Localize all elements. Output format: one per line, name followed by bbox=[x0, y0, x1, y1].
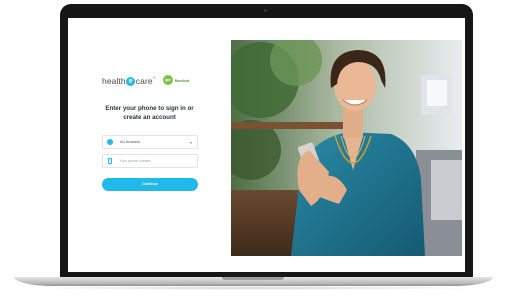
logo-text-before: health bbox=[102, 75, 126, 86]
heading-line-1: Enter your phone to sign in or bbox=[105, 105, 194, 112]
phone-number-input[interactable]: Your phone number bbox=[102, 154, 198, 168]
mobile-phone-icon bbox=[108, 158, 112, 164]
country-value: AU Australia bbox=[120, 140, 140, 144]
laptop-base bbox=[14, 277, 493, 286]
partner-logo-icon: ipn bbox=[162, 75, 173, 85]
country-select[interactable]: AU Australia ▾ bbox=[102, 135, 198, 149]
logo-plus-mark: + bbox=[152, 74, 156, 81]
heading-line-2: create an account bbox=[123, 114, 176, 121]
logo-e-mark: e bbox=[126, 76, 136, 86]
chevron-down-icon: ▾ bbox=[189, 139, 192, 145]
globe-icon bbox=[107, 139, 113, 145]
hero-photo-illustration bbox=[231, 40, 462, 256]
healthecare-logo: health e care+ bbox=[102, 75, 156, 86]
logo-text-after: care bbox=[135, 75, 153, 86]
laptop-lid: health e care+ ipn Medical Enter your phon… bbox=[60, 4, 473, 278]
laptop-base-notch bbox=[222, 277, 284, 280]
webcam bbox=[264, 9, 267, 12]
phone-placeholder: Your phone number bbox=[119, 159, 151, 163]
brand-row: health e care+ ipn Medical bbox=[102, 73, 189, 87]
partner-logo: ipn Medical bbox=[162, 75, 190, 85]
laptop-screen: health e care+ ipn Medical Enter your phon… bbox=[68, 18, 465, 272]
laptop-shadow bbox=[24, 286, 484, 290]
hero-photo bbox=[231, 40, 462, 256]
continue-button[interactable]: Continue bbox=[102, 178, 198, 191]
sign-in-heading: Enter your phone to sign in or create an… bbox=[68, 104, 231, 122]
login-panel: health e care+ ipn Medical Enter your phon… bbox=[68, 18, 231, 272]
partner-label: Medical bbox=[174, 77, 190, 83]
